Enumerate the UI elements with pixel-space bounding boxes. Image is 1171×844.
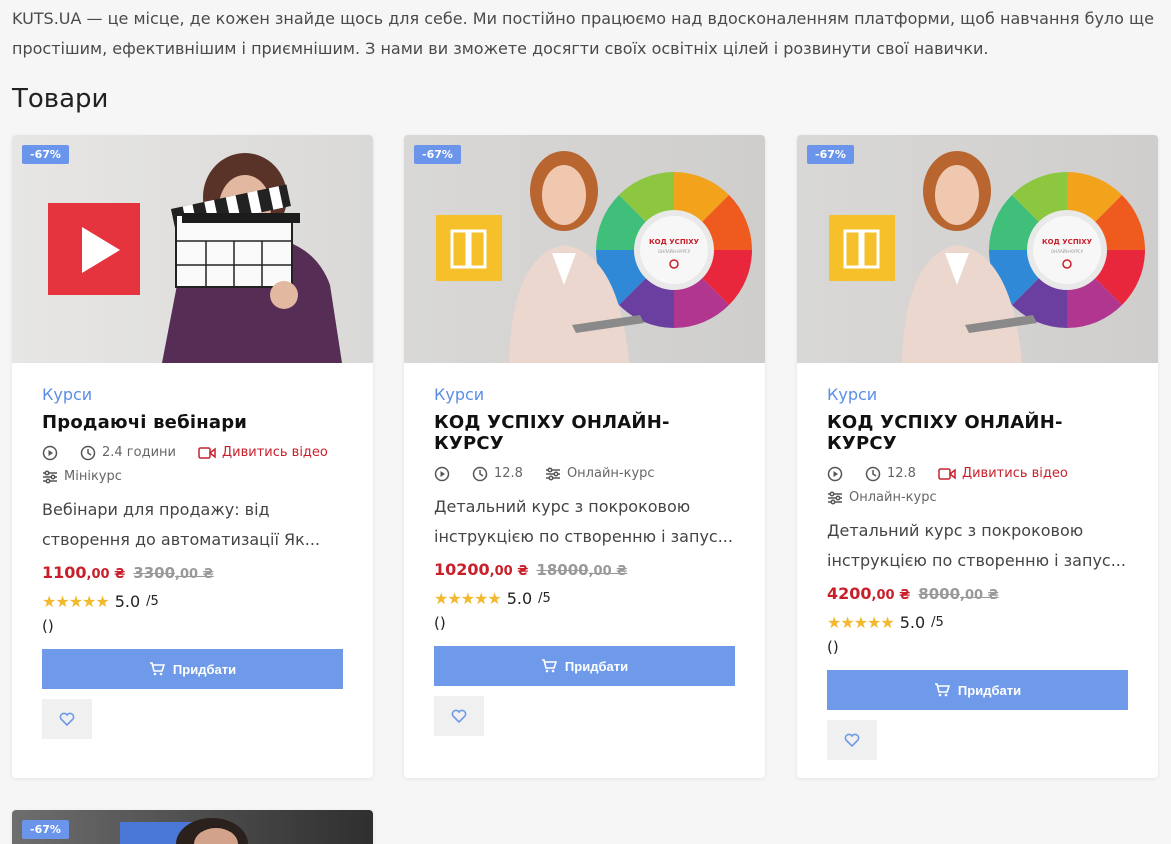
heart-icon bbox=[451, 709, 467, 723]
product-card[interactable]: -67% КОД УСПІХУ ОНЛАЙН-КУРСУ Курси КОД У… bbox=[797, 135, 1158, 778]
product-category[interactable]: Курси bbox=[42, 385, 343, 404]
product-title[interactable]: Продаючі вебінари bbox=[42, 412, 343, 433]
duration-text: 12.8 bbox=[494, 466, 523, 481]
heart-icon bbox=[844, 733, 860, 747]
rating: ★★★★★ 5.0/5 bbox=[827, 613, 944, 632]
svg-text:КОД УСПІХУ: КОД УСПІХУ bbox=[649, 238, 700, 246]
svg-text:КОД УСПІХУ: КОД УСПІХУ bbox=[1042, 238, 1093, 246]
watch-video-label: Дивитись відео bbox=[961, 466, 1068, 481]
play-circle-icon bbox=[42, 445, 58, 461]
review-count: () bbox=[827, 638, 839, 656]
webinar-illustration bbox=[48, 153, 342, 363]
product-image-partial[interactable]: -67% bbox=[12, 810, 373, 844]
discount-badge: -67% bbox=[414, 145, 461, 164]
discount-badge: -67% bbox=[22, 145, 69, 164]
product-description: Вебінари для продажу: від створення до а… bbox=[42, 500, 321, 549]
star-rating-icon: ★★★★★ bbox=[42, 592, 110, 611]
rating-value: 5.0 bbox=[506, 589, 533, 608]
duration-meta: 12.8 bbox=[865, 462, 916, 486]
watch-video-link[interactable]: Дивитись відео bbox=[198, 441, 328, 465]
price-block: 4200,00 ₴ 8000,00 ₴ bbox=[827, 584, 1128, 603]
intro-text: KUTS.UA — це місце, де кожен знайде щось… bbox=[12, 9, 1154, 58]
svg-text:ОНЛАЙН-КУРСУ: ОНЛАЙН-КУРСУ bbox=[1051, 249, 1084, 254]
star-rating-icon: ★★★★★ bbox=[827, 613, 895, 632]
type-meta: Онлайн-курс bbox=[545, 462, 655, 486]
discount-badge: -67% bbox=[807, 145, 854, 164]
lessons-meta bbox=[42, 441, 58, 465]
course-illustration: КОД УСПІХУ ОНЛАЙН-КУРСУ bbox=[436, 151, 752, 363]
price-block: 1100,00 ₴ 3300,00 ₴ bbox=[42, 563, 343, 582]
star-rating-icon: ★★★★★ bbox=[434, 589, 502, 608]
heart-icon bbox=[59, 712, 75, 726]
product-card[interactable]: -67% КОД УСПІХУ ОНЛАЙН-КУРСУ Курси КОД У… bbox=[404, 135, 765, 778]
clock-icon bbox=[865, 466, 881, 482]
type-text: Онлайн-курс bbox=[849, 490, 937, 505]
buy-button[interactable]: Придбати bbox=[827, 670, 1128, 710]
video-camera-icon bbox=[938, 468, 956, 480]
duration-meta: 12.8 bbox=[472, 462, 523, 486]
play-circle-icon bbox=[434, 466, 450, 482]
section-title: Товари bbox=[12, 84, 109, 114]
lessons-meta bbox=[827, 462, 843, 486]
buy-label: Придбати bbox=[957, 682, 1022, 698]
product-title[interactable]: КОД УСПІХУ ОНЛАЙН-КУРСУ bbox=[827, 412, 1128, 454]
current-price: 10200,00 ₴ bbox=[434, 560, 529, 579]
buy-button[interactable]: Придбати bbox=[42, 649, 343, 689]
type-meta: Мінікурс bbox=[42, 465, 122, 489]
old-price: 3300,00 ₴ bbox=[133, 564, 214, 582]
svg-text:ОНЛАЙН-КУРСУ: ОНЛАЙН-КУРСУ bbox=[658, 249, 691, 254]
rating: ★★★★★ 5.0/5 bbox=[42, 592, 159, 611]
product-title[interactable]: КОД УСПІХУ ОНЛАЙН-КУРСУ bbox=[434, 412, 735, 454]
watch-video-link[interactable]: Дивитись відео bbox=[938, 462, 1068, 486]
cart-icon bbox=[934, 683, 950, 697]
course-illustration: КОД УСПІХУ ОНЛАЙН-КУРСУ bbox=[829, 151, 1145, 363]
product-category[interactable]: Курси bbox=[827, 385, 1128, 404]
price-block: 10200,00 ₴ 18000,00 ₴ bbox=[434, 560, 735, 579]
buy-label: Придбати bbox=[564, 658, 629, 674]
sliders-icon bbox=[828, 491, 842, 505]
watch-video-label: Дивитись відео bbox=[221, 445, 328, 460]
play-circle-icon bbox=[827, 466, 843, 482]
duration-text: 2.4 години bbox=[102, 445, 176, 460]
rating-value: 5.0 bbox=[114, 592, 141, 611]
product-category[interactable]: Курси bbox=[434, 385, 735, 404]
sliders-icon bbox=[43, 470, 57, 484]
product-card[interactable]: -67% Курси Продаючі вебінари 2.4 години … bbox=[12, 135, 373, 778]
wishlist-button[interactable] bbox=[827, 720, 877, 760]
current-price: 1100,00 ₴ bbox=[42, 563, 126, 582]
duration-meta: 2.4 години bbox=[80, 441, 176, 465]
type-meta: Онлайн-курс bbox=[827, 486, 937, 510]
clock-icon bbox=[472, 466, 488, 482]
buy-button[interactable]: Придбати bbox=[434, 646, 735, 686]
product-image-webinars[interactable]: -67% bbox=[12, 135, 373, 363]
rating: ★★★★★ 5.0/5 bbox=[434, 589, 551, 608]
product-image-course[interactable]: -67% КОД УСПІХУ ОНЛАЙН-КУРСУ bbox=[404, 135, 765, 363]
type-text: Онлайн-курс bbox=[566, 466, 655, 481]
duration-text: 12.8 bbox=[887, 466, 916, 481]
wishlist-button[interactable] bbox=[42, 699, 92, 739]
type-text: Мінікурс bbox=[64, 469, 122, 484]
video-camera-icon bbox=[198, 447, 216, 459]
old-price: 8000,00 ₴ bbox=[918, 585, 999, 603]
lessons-meta bbox=[434, 462, 450, 486]
discount-badge: -67% bbox=[22, 820, 69, 839]
cart-icon bbox=[149, 662, 165, 676]
rating-value: 5.0 bbox=[899, 613, 926, 632]
product-description: Детальний курс з покроковою інструкцією … bbox=[434, 497, 733, 546]
old-price: 18000,00 ₴ bbox=[536, 561, 628, 579]
current-price: 4200,00 ₴ bbox=[827, 584, 911, 603]
cart-icon bbox=[541, 659, 557, 673]
buy-label: Придбати bbox=[172, 661, 237, 677]
product-description: Детальний курс з покроковою інструкцією … bbox=[827, 521, 1126, 570]
clock-icon bbox=[80, 445, 96, 461]
review-count: () bbox=[42, 617, 54, 635]
product-card[interactable]: -67% bbox=[12, 810, 373, 844]
review-count: () bbox=[434, 614, 446, 632]
sliders-icon bbox=[545, 467, 560, 481]
product-image-course[interactable]: -67% КОД УСПІХУ ОНЛАЙН-КУРСУ bbox=[797, 135, 1158, 363]
wishlist-button[interactable] bbox=[434, 696, 484, 736]
